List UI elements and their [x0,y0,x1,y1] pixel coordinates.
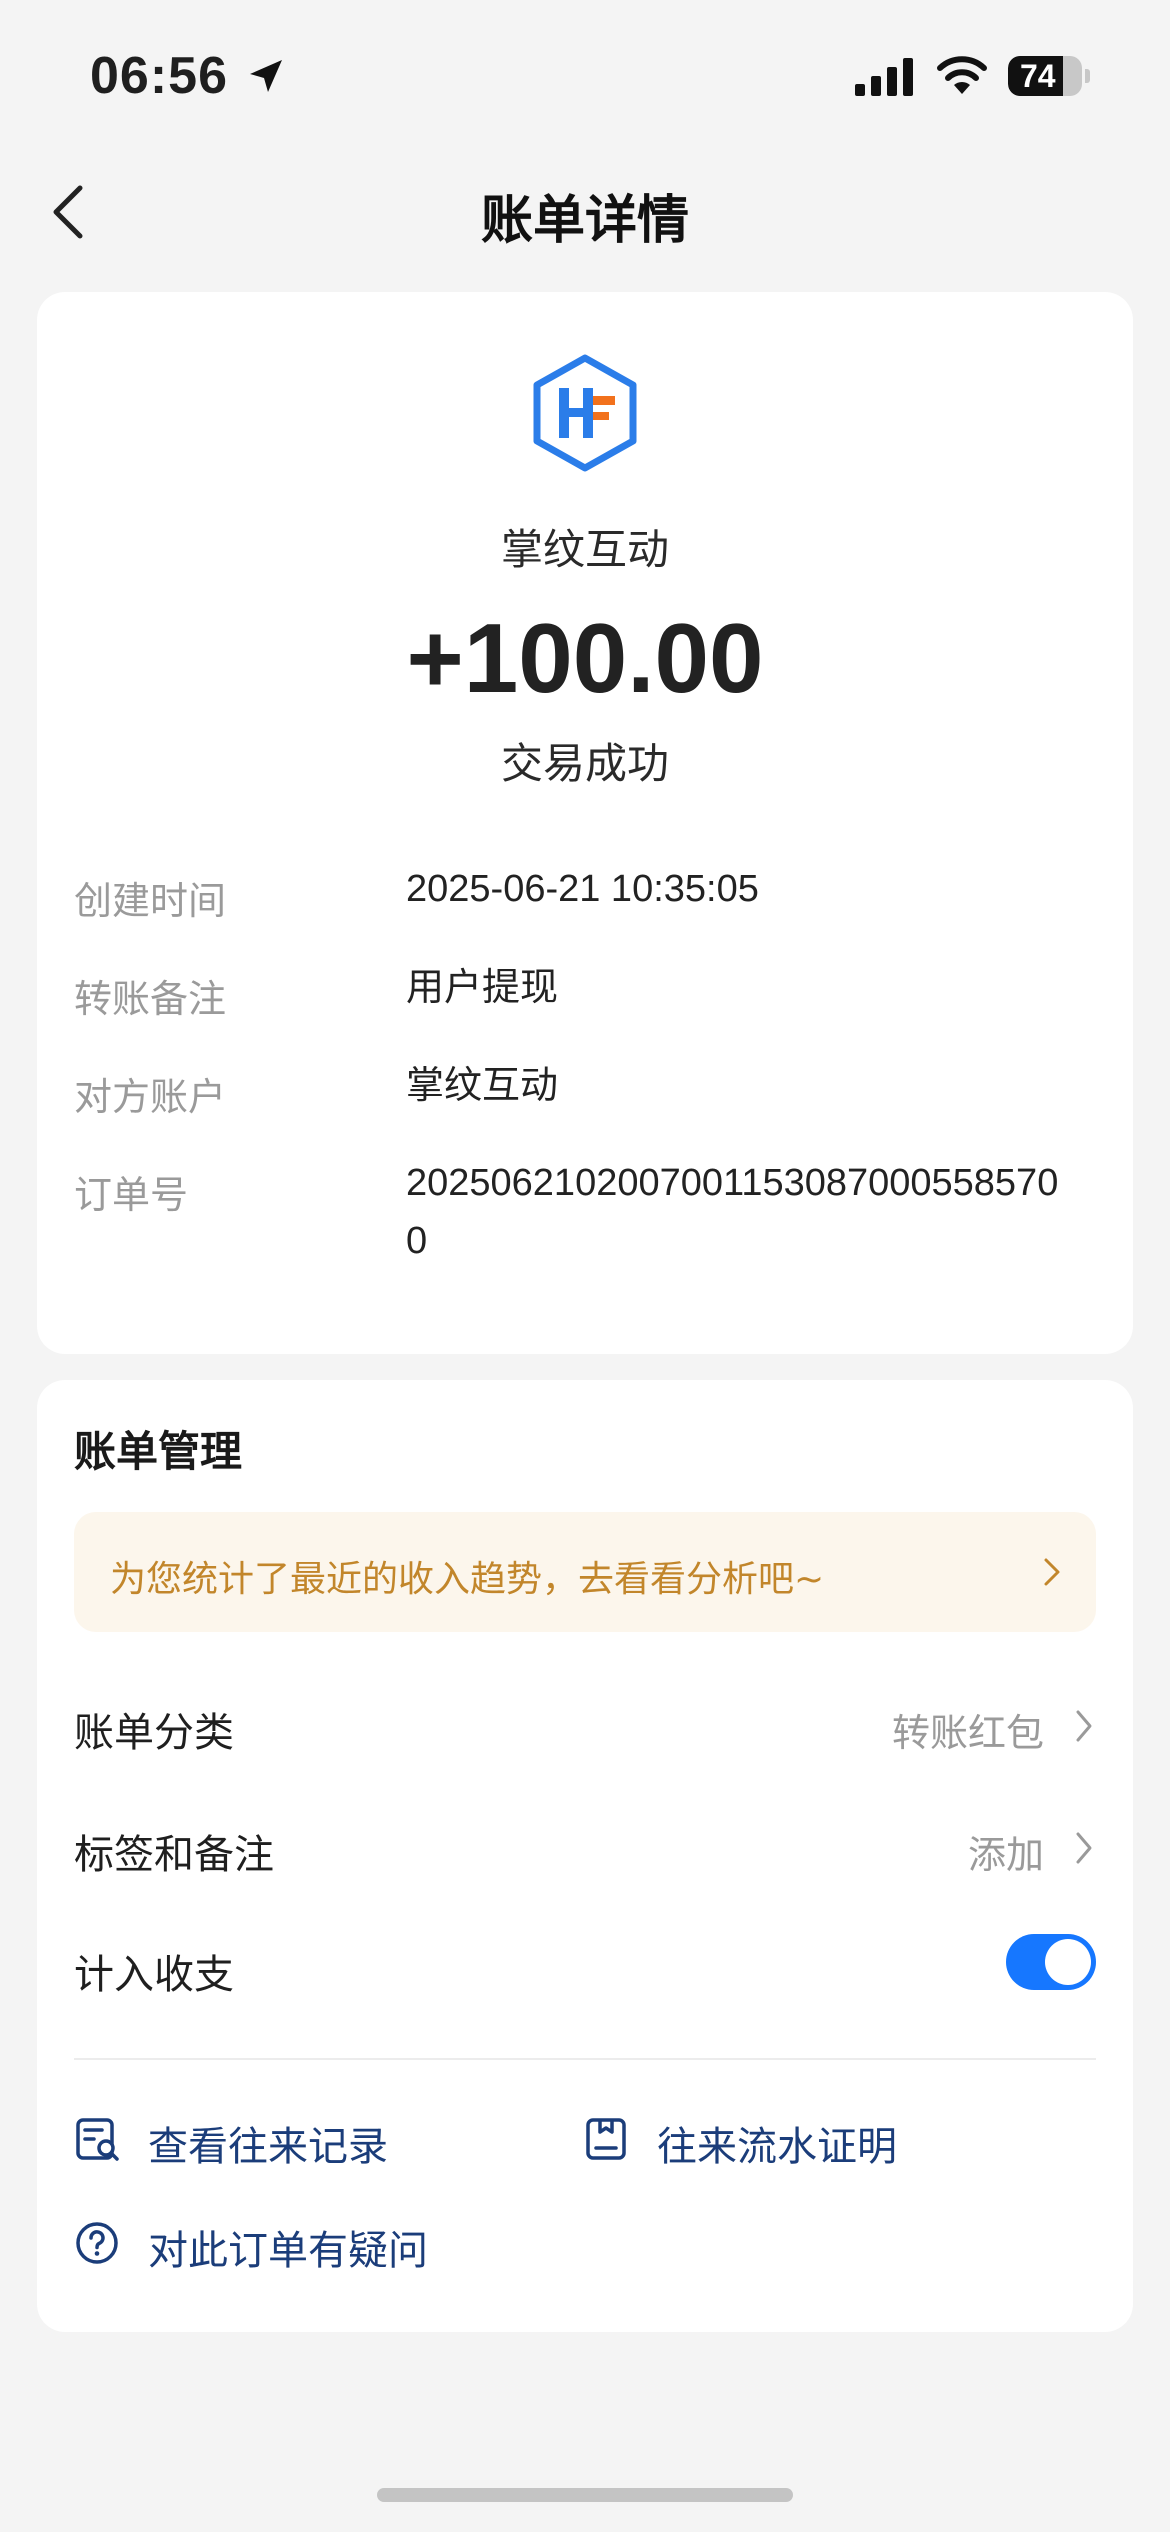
battery-indicator: 74 [1008,56,1090,96]
bill-category-row[interactable]: 账单分类 转账红包 [74,1686,1096,1766]
location-arrow-icon [250,60,282,92]
merchant-logo-icon [533,354,637,472]
navigation-bar: 账单详情 [0,150,1170,270]
section-title: 账单管理 [74,1427,243,1476]
chevron-right-icon [1076,1832,1092,1864]
order-number-value: 20250621020070011530870005585700 [406,1162,1059,1262]
detail-value: 2025-06-21 10:35:05 [406,868,759,910]
document-proof-icon [586,2118,626,2160]
bill-detail-screen: 06:56 74 账单详情 掌纹互动 +100.00 交易成功 创建时间 202… [0,0,1170,2532]
home-indicator[interactable] [377,2488,793,2502]
transaction-amount: +100.00 [406,603,764,713]
transaction-proof-link[interactable]: 往来流水证明 [583,2110,1063,2170]
detail-label: 对方账户 [74,1075,227,1119]
wifi-icon [937,56,987,94]
battery-percent: 74 [1020,58,1056,94]
question-circle-icon [76,2222,118,2264]
toggle-knob [1045,1939,1091,1985]
status-time: 06:56 [90,47,228,105]
row-label: 账单分类 [74,1710,234,1756]
status-bar: 06:56 74 [0,0,1170,150]
view-records-link[interactable]: 查看往来记录 [74,2110,554,2170]
merchant-name: 掌纹互动 [500,525,669,574]
divider [74,2058,1096,2060]
bill-category-value: 转账红包 [891,1711,1044,1755]
transaction-proof-label: 往来流水证明 [657,2124,897,2170]
include-in-balance-toggle[interactable] [1006,1934,1096,1990]
order-question-label: 对此订单有疑问 [148,2228,428,2274]
income-trend-banner[interactable]: 为您统计了最近的收入趋势，去看看分析吧~ [74,1512,1096,1632]
view-records-label: 查看往来记录 [148,2124,388,2170]
chevron-right-icon [1076,1710,1092,1742]
detail-value: 掌纹互动 [406,1063,559,1107]
detail-label: 订单号 [74,1173,189,1217]
tags-notes-value: 添加 [967,1833,1044,1877]
records-search-icon [76,2118,119,2161]
include-in-balance-row: 计入收支 [74,1928,1096,2008]
order-question-link[interactable]: 对此订单有疑问 [74,2214,554,2274]
detail-value: 用户提现 [406,965,559,1009]
cellular-signal-icon [855,58,913,96]
detail-label: 创建时间 [74,879,227,923]
row-label: 标签和备注 [74,1832,274,1878]
bill-management-card: 账单管理 为您统计了最近的收入趋势，去看看分析吧~ 账单分类 转账红包 标签和备… [37,1380,1133,2332]
tags-notes-row[interactable]: 标签和备注 添加 [74,1808,1096,1888]
page-title: 账单详情 [480,191,689,251]
chevron-right-icon [1044,1558,1060,1586]
promo-text: 为您统计了最近的收入趋势，去看看分析吧~ [110,1559,825,1600]
row-label: 计入收支 [74,1952,234,1998]
detail-label: 转账备注 [74,977,227,1021]
transaction-card: 掌纹互动 +100.00 交易成功 创建时间 2025-06-21 10:35:… [37,292,1133,1354]
transaction-status: 交易成功 [500,739,669,788]
